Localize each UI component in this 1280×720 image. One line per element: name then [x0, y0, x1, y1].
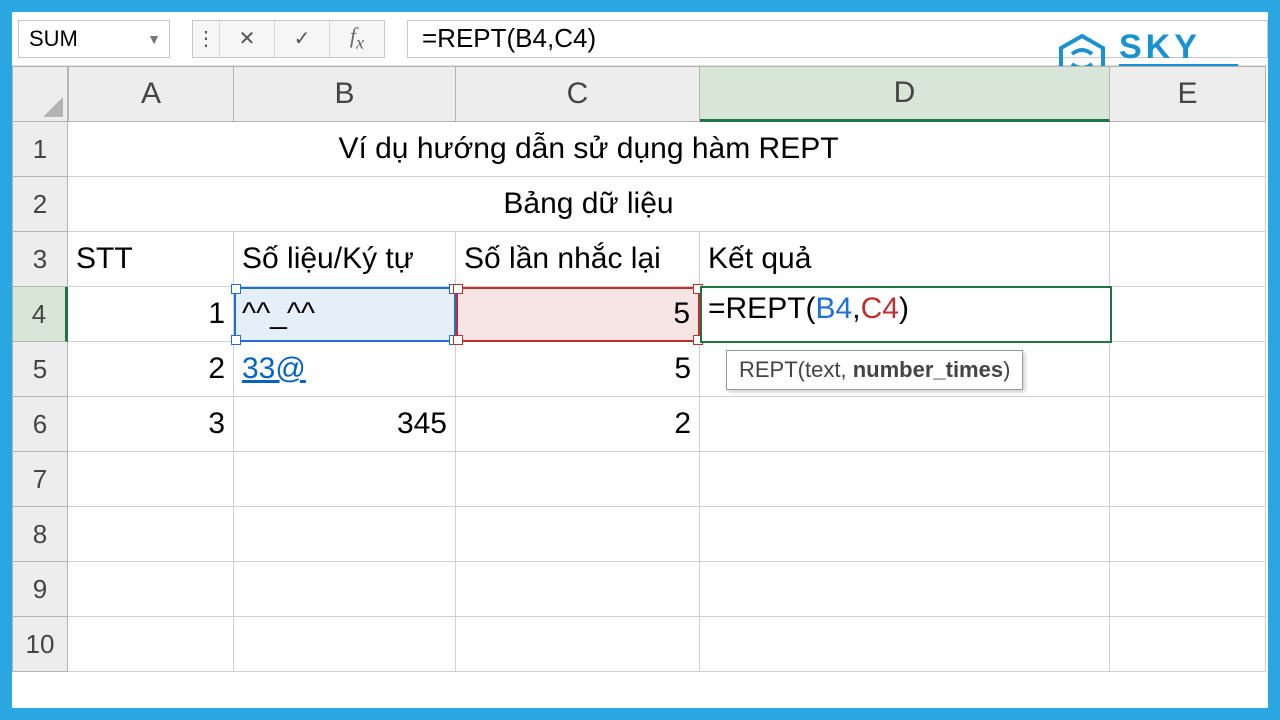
row-header-8[interactable]: 8	[12, 507, 68, 562]
formula-bar-text: =REPT(B4,C4)	[422, 23, 596, 54]
active-cell-d4[interactable]: =REPT(B4,C4)	[700, 286, 1112, 343]
title-text: Ví dụ hướng dẫn sử dụng hàm REPT	[338, 132, 838, 166]
cell-a6[interactable]: 3	[68, 397, 234, 452]
select-all-corner[interactable]	[12, 66, 68, 122]
cell-d10[interactable]	[700, 617, 1110, 672]
cell-c7[interactable]	[456, 452, 700, 507]
spreadsheet-grid[interactable]: A B C D E 1 Ví dụ hướng dẫn sử dụng hàm …	[12, 66, 1268, 672]
cell-b3[interactable]: Số liệu/Ký tự	[234, 232, 456, 287]
cell-b5[interactable]: 33@	[234, 342, 456, 397]
row-header-5[interactable]: 5	[12, 342, 68, 397]
cell-a2-merged[interactable]: Bảng dữ liệu	[68, 177, 1110, 232]
cell-e3[interactable]	[1110, 232, 1266, 287]
cell-a5[interactable]: 2	[68, 342, 234, 397]
ref-highlight-b4: ^^_^^	[234, 287, 456, 342]
tooltip-fn: REPT(	[739, 357, 805, 382]
cell-a5-value: 2	[208, 352, 225, 386]
cell-a3[interactable]: STT	[68, 232, 234, 287]
formula-action-group: ⋮ ✕ ✓ fx	[192, 20, 385, 58]
name-box-value: SUM	[29, 26, 78, 52]
header-stt: STT	[76, 242, 133, 276]
cell-b10[interactable]	[234, 617, 456, 672]
cell-c3[interactable]: Số lần nhắc lại	[456, 232, 700, 287]
cell-d6[interactable]	[700, 397, 1110, 452]
row-header-1[interactable]: 1	[12, 122, 68, 177]
col-header-a[interactable]: A	[68, 66, 234, 122]
cell-b5-value[interactable]: 33@	[242, 352, 306, 386]
cell-a8[interactable]	[68, 507, 234, 562]
cell-e6[interactable]	[1110, 397, 1266, 452]
fx-icon[interactable]: fx	[330, 21, 384, 57]
cell-b6-value: 345	[397, 407, 447, 441]
cell-c9[interactable]	[456, 562, 700, 617]
cell-e1[interactable]	[1110, 122, 1266, 177]
ref-highlight-c4: 5	[456, 287, 700, 342]
logo-line1: SKY	[1119, 30, 1238, 64]
cell-c4-value: 5	[673, 297, 690, 331]
formula-sep: ,	[852, 292, 860, 325]
formula-ref-b4: B4	[816, 292, 853, 325]
cell-a4[interactable]: 1	[68, 287, 234, 342]
row-header-3[interactable]: 3	[12, 232, 68, 287]
row-header-4[interactable]: 4	[12, 287, 68, 342]
cell-b8[interactable]	[234, 507, 456, 562]
tooltip-arg1: text	[805, 357, 840, 382]
tooltip-mid: ,	[840, 357, 852, 382]
cell-b9[interactable]	[234, 562, 456, 617]
chevron-down-icon[interactable]: ▼	[147, 31, 161, 47]
cell-e9[interactable]	[1110, 562, 1266, 617]
cell-e2[interactable]	[1110, 177, 1266, 232]
cell-e4[interactable]	[1110, 287, 1266, 342]
cell-c10[interactable]	[456, 617, 700, 672]
row-header-9[interactable]: 9	[12, 562, 68, 617]
cell-a10[interactable]	[68, 617, 234, 672]
tooltip-arg2: number_times	[853, 357, 1003, 382]
cell-c6-value: 2	[674, 407, 691, 441]
subtitle-text: Bảng dữ liệu	[503, 187, 673, 221]
cell-e5[interactable]	[1110, 342, 1266, 397]
header-result: Kết quả	[708, 242, 811, 276]
formula-text-prefix: =REPT(	[708, 292, 816, 325]
header-count: Số lần nhắc lại	[464, 242, 661, 276]
drag-handle-icon: ⋮	[193, 21, 219, 57]
tooltip-end: )	[1003, 357, 1010, 382]
cell-b4-value: ^^_^^	[242, 297, 315, 331]
function-tooltip: REPT(text, number_times)	[726, 350, 1023, 390]
cell-c5-value: 5	[674, 352, 691, 386]
cell-a9[interactable]	[68, 562, 234, 617]
cell-b7[interactable]	[234, 452, 456, 507]
cell-e10[interactable]	[1110, 617, 1266, 672]
cell-c8[interactable]	[456, 507, 700, 562]
row-header-2[interactable]: 2	[12, 177, 68, 232]
row-header-10[interactable]: 10	[12, 617, 68, 672]
formula-close: )	[899, 292, 909, 325]
cell-a4-value: 1	[208, 297, 225, 331]
name-box[interactable]: SUM ▼	[18, 20, 170, 58]
col-header-d[interactable]: D	[700, 66, 1110, 122]
col-header-c[interactable]: C	[456, 66, 700, 122]
col-header-e[interactable]: E	[1110, 66, 1266, 122]
cell-a6-value: 3	[208, 407, 225, 441]
cell-d7[interactable]	[700, 452, 1110, 507]
col-header-b[interactable]: B	[234, 66, 456, 122]
cell-a1-merged[interactable]: Ví dụ hướng dẫn sử dụng hàm REPT	[68, 122, 1110, 177]
cell-a7[interactable]	[68, 452, 234, 507]
cell-b6[interactable]: 345	[234, 397, 456, 452]
cell-d9[interactable]	[700, 562, 1110, 617]
header-data: Số liệu/Ký tự	[242, 242, 414, 276]
cell-e8[interactable]	[1110, 507, 1266, 562]
cell-c6[interactable]: 2	[456, 397, 700, 452]
formula-ref-c4: C4	[861, 292, 899, 325]
cancel-formula-button[interactable]: ✕	[220, 21, 274, 57]
row-header-7[interactable]: 7	[12, 452, 68, 507]
cell-e7[interactable]	[1110, 452, 1266, 507]
row-header-6[interactable]: 6	[12, 397, 68, 452]
cell-d8[interactable]	[700, 507, 1110, 562]
cell-c5[interactable]: 5	[456, 342, 700, 397]
cell-d3[interactable]: Kết quả	[700, 232, 1110, 287]
confirm-formula-button[interactable]: ✓	[275, 21, 329, 57]
